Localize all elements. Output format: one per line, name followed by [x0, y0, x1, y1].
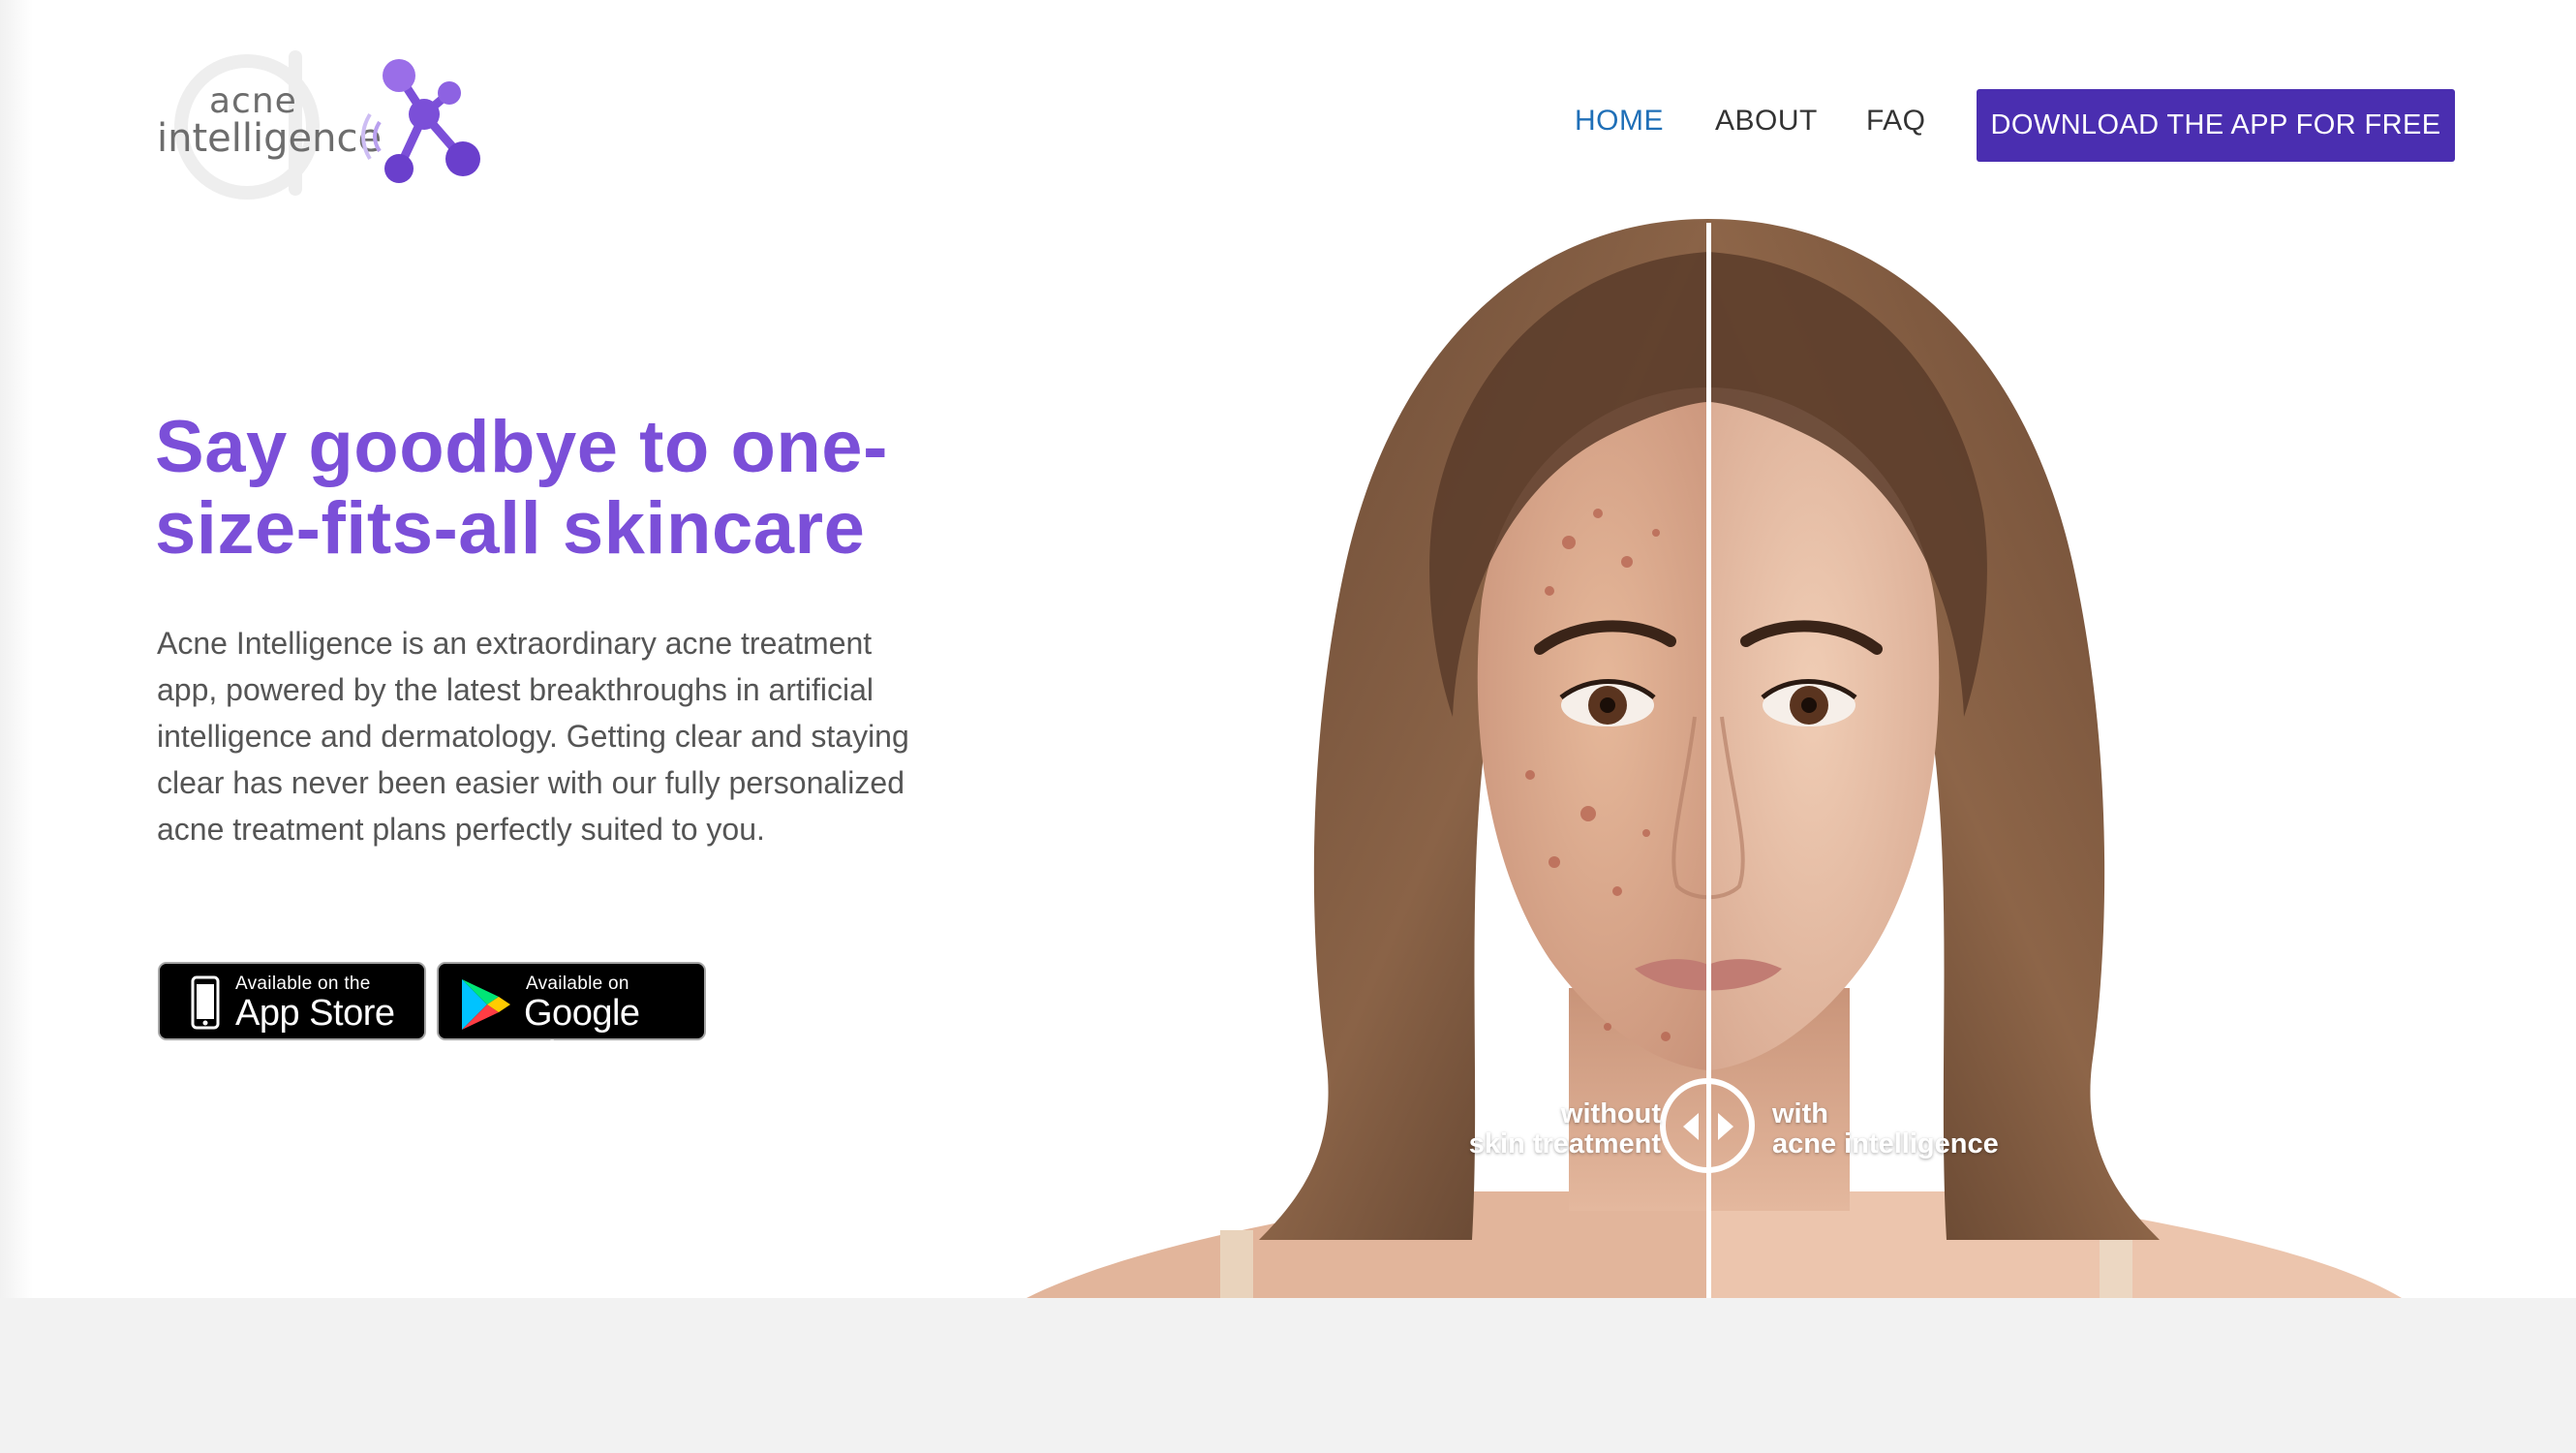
label-without-line1: without [1560, 1098, 1661, 1129]
play-triangle-icon [462, 979, 510, 1030]
app-store-badge[interactable]: Available on the App Store [158, 962, 426, 1040]
google-play-badge[interactable]: Available on Google Play [437, 962, 706, 1075]
hero-description: Acne Intelligence is an extraordinary ac… [157, 626, 909, 847]
arrow-right-icon [1718, 1113, 1733, 1140]
logo-word-intelligence: intelligence [157, 116, 383, 161]
hero-headline-line2: size-fits-all skincare [155, 487, 866, 570]
before-after-comparison[interactable]: without skin treatment with acne intelli… [1027, 194, 2402, 1298]
label-with-acne-intelligence: with acne intelligence [1772, 1099, 1999, 1159]
label-with-line1: with [1772, 1098, 1828, 1129]
label-without-treatment: without skin treatment [1469, 1099, 1661, 1159]
label-without-line2: skin treatment [1468, 1128, 1661, 1159]
hero-headline-line1: Say goodbye to one- [155, 406, 888, 488]
nav-faq[interactable]: FAQ [1866, 105, 1926, 138]
page: acne intelligence HOME ABOUT FAQ DOWNLOA… [0, 0, 2576, 1453]
google-play-small-text: Available on [526, 974, 629, 994]
arrow-left-icon [1683, 1113, 1699, 1140]
download-app-button[interactable]: DOWNLOAD THE APP FOR FREE [1977, 89, 2455, 162]
hero-headline: Say goodbye to one- size-fits-all skinca… [155, 407, 988, 570]
phone-icon [191, 975, 220, 1030]
nav-home[interactable]: HOME [1575, 105, 1664, 138]
site-logo[interactable]: acne intelligence [155, 48, 484, 203]
nav-about[interactable]: ABOUT [1715, 105, 1818, 138]
next-section-band [0, 1298, 2576, 1453]
label-with-line2: acne intelligence [1772, 1128, 1999, 1159]
logo-word-acne: acne [209, 81, 297, 121]
edge-shadow [0, 0, 33, 1298]
hero-section: acne intelligence HOME ABOUT FAQ DOWNLOA… [0, 0, 2576, 1298]
google-play-big-text: Google Play [524, 993, 640, 1075]
app-store-small-text: Available on the [235, 974, 371, 994]
comparison-slider-handle[interactable] [1660, 1078, 1755, 1173]
app-store-big-text: App Store [235, 993, 395, 1034]
molecule-icon [361, 59, 480, 183]
